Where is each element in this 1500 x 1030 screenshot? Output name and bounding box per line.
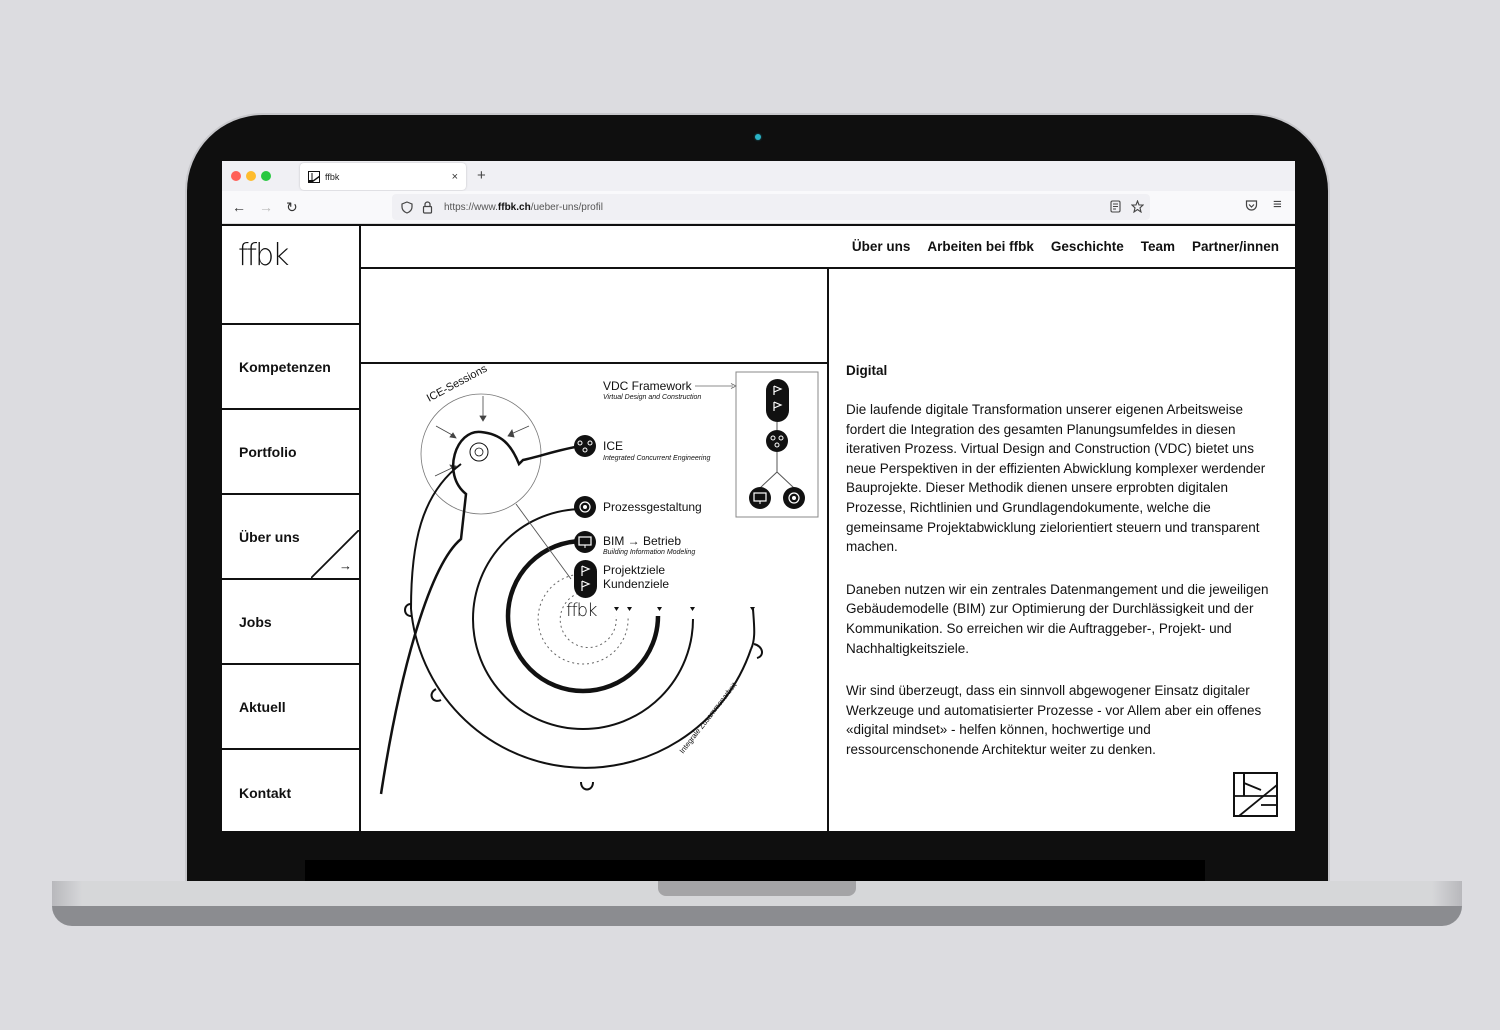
- nav-geschichte[interactable]: Geschichte: [1051, 239, 1124, 254]
- bim-subtitle: Building Information Modeling: [603, 549, 695, 556]
- sidebar-item-kontakt[interactable]: Kontakt: [222, 750, 359, 831]
- vdc-flags-icon: [766, 379, 789, 422]
- maximize-window-button[interactable]: [261, 171, 271, 181]
- camera-icon: [755, 134, 761, 140]
- nav-partner-innen[interactable]: Partner/innen: [1192, 239, 1279, 254]
- digital-diagram: ICE-Sessions Integrale Zusammenarbeit ff…: [361, 363, 829, 831]
- ffbk-favicon-icon: [308, 170, 320, 183]
- sidebar-item-label: Kompetenzen: [239, 358, 331, 375]
- inward-arrows-icon: [434, 396, 530, 477]
- logo-cell: ffbk: [222, 226, 359, 325]
- nav-ueber-uns[interactable]: Über uns: [852, 239, 911, 254]
- tab-close-icon[interactable]: ×: [452, 171, 458, 183]
- outer-arc: [410, 608, 752, 769]
- ice-subtitle: Integrated Concurrent Engineering: [603, 455, 711, 462]
- paragraph: Die laufende digitale Transformation uns…: [846, 402, 1266, 555]
- prozess-node-icon: [574, 496, 596, 518]
- sidebar-item-label: Portfolio: [239, 443, 297, 460]
- minimize-window-button[interactable]: [246, 171, 256, 181]
- sidebar-item-kompetenzen[interactable]: Kompetenzen: [222, 325, 359, 410]
- reload-button[interactable]: ↻: [286, 199, 298, 216]
- sidebar-item-ueber-uns[interactable]: Über uns →: [222, 495, 359, 580]
- content-panel: Digital Die laufende digitale Transforma…: [829, 269, 1295, 831]
- arrow-right-icon: →: [339, 558, 352, 573]
- empty-header-cell: [361, 269, 829, 364]
- diagram-center-logo: ffbk: [566, 600, 597, 621]
- bim-title: BIM → Betrieb: [603, 534, 681, 548]
- website: ffbk Kompetenzen Portfolio Über uns → Jo…: [222, 224, 1295, 831]
- goals-flag-icon: [574, 560, 597, 598]
- laptop-base-bottom: [52, 906, 1462, 926]
- shield-icon[interactable]: [400, 200, 414, 214]
- new-tab-button[interactable]: +: [477, 167, 486, 184]
- sidebar-item-aktuell[interactable]: Aktuell: [222, 665, 359, 750]
- vdc-team-icon: [766, 430, 788, 452]
- ice-title: ICE: [603, 439, 623, 453]
- vdc-title: VDC Framework: [603, 379, 693, 393]
- lock-icon[interactable]: [420, 200, 434, 214]
- sidebar-item-label: Über uns: [239, 528, 300, 545]
- kundenziele-label: Kundenziele: [603, 577, 669, 591]
- vdc-process-icon: [783, 487, 805, 509]
- paragraph: Daneben nutzen wir ein zentrales Datenma…: [846, 581, 1269, 656]
- sidebar-item-portfolio[interactable]: Portfolio: [222, 410, 359, 495]
- close-window-button[interactable]: [231, 171, 241, 181]
- bim-node-icon: [574, 531, 596, 553]
- vdc-subtitle: Virtual Design and Construction: [603, 394, 701, 401]
- navigation-bar: ← → ↻ https://www.ffbk.ch/ueber-uns/prof…: [222, 191, 1295, 224]
- ice-node-icon: [574, 435, 596, 457]
- paragraph: Wir sind überzeugt, dass ein sinnvoll ab…: [846, 683, 1262, 757]
- nav-team[interactable]: Team: [1141, 239, 1175, 254]
- tab-title: ffbk: [325, 171, 340, 182]
- browser-window: ffbk × + ← → ↻ https://www.ffbk.ch/ueber…: [222, 161, 1295, 831]
- pocket-icon[interactable]: [1245, 199, 1258, 217]
- process-cycle-icon: [469, 442, 489, 462]
- prozess-label: Prozessgestaltung: [603, 500, 702, 514]
- tab-bar: ffbk × +: [222, 161, 1295, 191]
- nav-arbeiten-bei-ffbk[interactable]: Arbeiten bei ffbk: [927, 239, 1034, 254]
- sidebar-item-label: Kontakt: [239, 784, 292, 801]
- ffbk-mark-icon[interactable]: [1233, 772, 1278, 817]
- menu-icon[interactable]: ≡: [1273, 196, 1282, 213]
- forward-button[interactable]: →: [259, 199, 273, 215]
- sidebar-item-jobs[interactable]: Jobs: [222, 580, 359, 665]
- browser-tab[interactable]: ffbk ×: [300, 163, 466, 190]
- top-navigation: Über uns Arbeiten bei ffbk Geschichte Te…: [361, 224, 1295, 269]
- sidebar-item-label: Jobs: [239, 613, 272, 630]
- ice-sessions-circle: [420, 393, 542, 515]
- site-logo[interactable]: ffbk: [238, 238, 290, 273]
- back-button[interactable]: ←: [232, 199, 246, 215]
- url-bar[interactable]: https://www.ffbk.ch/ueber-uns/profil: [392, 194, 1150, 220]
- url-text[interactable]: https://www.ffbk.ch/ueber-uns/profil: [444, 202, 603, 213]
- sidebar: ffbk Kompetenzen Portfolio Über uns → Jo…: [222, 224, 361, 831]
- marker-icons: [614, 607, 755, 611]
- laptop-notch: [658, 881, 856, 896]
- integrale-zusammenarbeit-label: Integrale Zusammenarbeit: [677, 680, 739, 755]
- section-heading: Digital: [846, 363, 888, 378]
- vdc-monitor-icon: [749, 487, 771, 509]
- reader-view-icon[interactable]: [1110, 200, 1121, 218]
- projektziele-label: Projektziele: [603, 563, 665, 577]
- sidebar-item-label: Aktuell: [239, 698, 286, 715]
- bookmark-star-icon[interactable]: [1130, 199, 1145, 218]
